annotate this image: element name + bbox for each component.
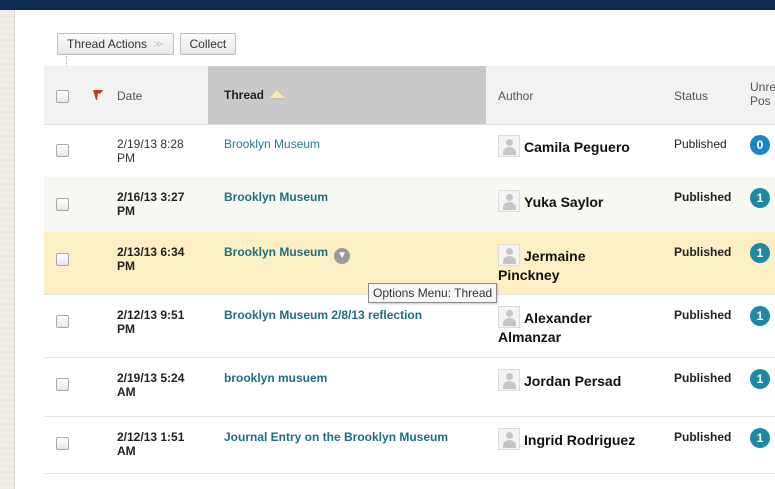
date-line2: PM (117, 204, 135, 218)
row-date: 2/19/13 8:28 PM (117, 137, 197, 165)
toolbar-connector (66, 56, 68, 66)
row-checkbox[interactable] (56, 315, 69, 328)
status-column-header[interactable]: Status (674, 89, 708, 103)
author-line1: Yuka Saylor (524, 194, 604, 210)
unread-count-badge[interactable]: 1 (750, 306, 770, 326)
row-date: 2/19/13 5:24 AM (117, 371, 197, 399)
author-name[interactable]: Camila Peguero (498, 135, 638, 157)
author-column-header[interactable]: Author (498, 89, 533, 103)
unread-count-badge[interactable]: 1 (750, 188, 770, 208)
table-row[interactable]: 2/19/13 8:28 PM Brooklyn Museum Camila P… (44, 124, 775, 178)
row-status: Published (674, 190, 732, 204)
author-line2: Almanzar (498, 329, 562, 345)
thread-link[interactable]: Brooklyn Museum (224, 190, 328, 204)
date-line1: 2/16/13 3:27 (117, 190, 185, 204)
collect-button[interactable]: Collect (179, 33, 237, 55)
author-line1: Alexander (524, 310, 592, 326)
date-line2: AM (117, 385, 136, 399)
author-name[interactable]: Jordan Persad (498, 369, 638, 391)
unread-header-line1: Unre (750, 80, 775, 94)
row-date: 2/13/13 6:34 PM (117, 245, 197, 273)
author-name[interactable]: Ingrid Rodriguez (498, 428, 638, 450)
flag-icon[interactable] (92, 89, 104, 101)
table-row[interactable]: 2/16/13 3:27 PM Brooklyn Museum Yuka Say… (44, 177, 775, 233)
author-line2: Pinckney (498, 267, 560, 283)
unread-count-badge[interactable]: 1 (750, 243, 770, 263)
action-toolbar: Thread Actions ≫ Collect (57, 33, 237, 55)
thread-header-label: Thread (224, 88, 265, 102)
row-status: Published (674, 245, 732, 259)
avatar (498, 369, 520, 391)
unread-count-badge[interactable]: 1 (750, 428, 770, 448)
table-row[interactable]: 2/12/13 1:51 AM Journal Entry on the Bro… (44, 416, 775, 474)
thread-actions-label: Thread Actions (67, 37, 148, 51)
thread-link[interactable]: Brooklyn Museum (224, 137, 320, 151)
author-name[interactable]: Jermaine Pinckney (498, 244, 638, 285)
thread-actions-button[interactable]: Thread Actions ≫ (57, 33, 174, 55)
top-banner (0, 0, 775, 10)
options-menu-icon[interactable]: ▼ (334, 248, 351, 264)
collect-label: Collect (189, 37, 227, 51)
date-column-header[interactable]: Date (117, 89, 142, 103)
avatar (498, 428, 520, 450)
thread-link[interactable]: brooklyn musuem (224, 371, 327, 385)
author-name[interactable]: Yuka Saylor (498, 190, 638, 212)
thread-column-header[interactable]: Thread (224, 88, 286, 102)
unread-posts-column-header[interactable]: Unre Pos (750, 80, 775, 108)
unread-count-badge[interactable]: 0 (750, 135, 770, 155)
row-status: Published (674, 430, 732, 444)
row-checkbox[interactable] (56, 437, 69, 450)
avatar (498, 244, 520, 266)
row-date: 2/16/13 3:27 PM (117, 190, 197, 218)
select-all-checkbox[interactable] (56, 90, 69, 103)
author-name[interactable]: Alexander Almanzar (498, 306, 638, 347)
thread-link[interactable]: Brooklyn Museum 2/8/13 reflection (224, 308, 422, 322)
left-rail-edge (14, 10, 15, 489)
table-row[interactable]: 2/12/13 9:51 PM Brooklyn Museum 2/8/13 r… (44, 294, 775, 358)
options-menu-tooltip: Options Menu: Thread (368, 283, 498, 303)
author-line1: Jermaine (524, 248, 586, 264)
chevron-down-icon: ≫ (153, 38, 164, 50)
left-rail (0, 10, 14, 489)
date-line1: 2/13/13 6:34 (117, 245, 185, 259)
avatar (498, 135, 520, 157)
row-status: Published (674, 137, 727, 151)
author-line1: Ingrid Rodriguez (524, 432, 636, 448)
thread-link-text: Brooklyn Museum (224, 245, 329, 259)
thread-link[interactable]: Brooklyn Museum ▼ (224, 245, 351, 264)
author-line1: Camila Peguero (524, 139, 630, 155)
row-checkbox[interactable] (56, 198, 69, 211)
row-status: Published (674, 308, 732, 322)
row-checkbox[interactable] (56, 144, 69, 157)
date-line2: PM (117, 322, 135, 336)
unread-header-line2: Pos (750, 94, 771, 108)
thread-link[interactable]: Journal Entry on the Brooklyn Museum (224, 430, 448, 444)
row-checkbox[interactable] (56, 378, 69, 391)
date-line2: AM (117, 444, 136, 458)
row-status: Published (674, 371, 732, 385)
date-line2: PM (117, 151, 135, 165)
date-line1: 2/19/13 8:28 (117, 137, 184, 151)
row-checkbox[interactable] (56, 253, 69, 266)
row-date: 2/12/13 9:51 PM (117, 308, 197, 336)
unread-count-badge[interactable]: 1 (750, 369, 770, 389)
avatar (498, 306, 520, 328)
date-line2: PM (117, 259, 135, 273)
table-header: Date Thread Author Status Unre Pos (44, 66, 775, 125)
row-date: 2/12/13 1:51 AM (117, 430, 197, 458)
sort-ascending-icon (269, 90, 286, 98)
table-row[interactable]: 2/19/13 5:24 AM brooklyn musuem Jordan P… (44, 357, 775, 417)
date-line1: 2/12/13 9:51 (117, 308, 185, 322)
author-line1: Jordan Persad (524, 373, 622, 389)
date-line1: 2/19/13 5:24 (117, 371, 185, 385)
date-line1: 2/12/13 1:51 (117, 430, 185, 444)
avatar (498, 190, 520, 212)
